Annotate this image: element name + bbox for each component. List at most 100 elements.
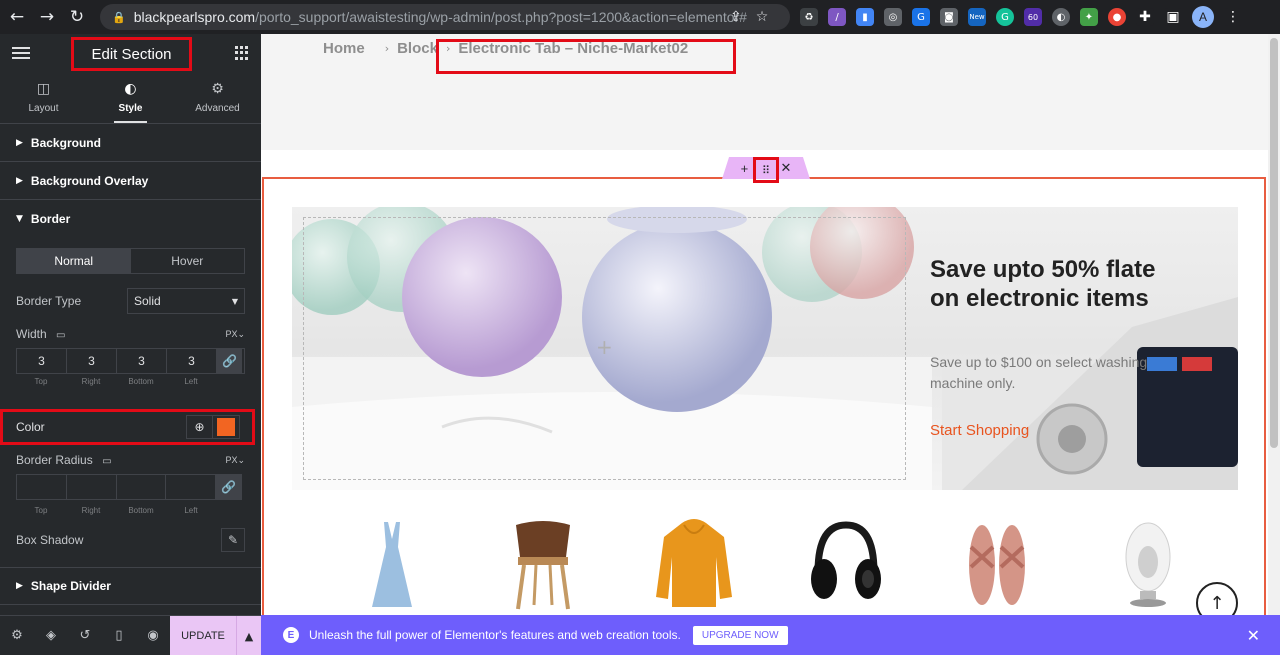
dim-label: Left: [184, 506, 198, 515]
caret-right-icon: ▶: [16, 137, 23, 148]
forward-icon[interactable]: →: [34, 4, 60, 30]
tab-style[interactable]: ◐ Style: [87, 72, 174, 123]
recycle-ext-icon[interactable]: ♻: [800, 8, 818, 26]
section-shape-divider[interactable]: ▶ Shape Divider: [0, 567, 261, 605]
section-background-overlay[interactable]: ▶ Background Overlay: [0, 162, 261, 200]
close-icon[interactable]: ✕: [1247, 626, 1260, 645]
sidepanel-icon[interactable]: ▣: [1164, 8, 1182, 26]
width-right-input[interactable]: 3: [67, 349, 117, 373]
drag-handle-icon[interactable]: ⠿: [753, 157, 779, 183]
banner-subtext: Save up to $100 on select washing machin…: [930, 354, 1148, 391]
link-values-icon[interactable]: 🔗: [216, 475, 242, 499]
product-sandals[interactable]: [947, 514, 1047, 615]
widgets-grid-icon[interactable]: [235, 46, 249, 60]
breadcrumb-highlight: [436, 39, 736, 74]
product-dress[interactable]: [342, 514, 442, 615]
section-background[interactable]: ▶ Background: [0, 124, 261, 162]
section-label: Shape Divider: [30, 579, 111, 593]
sandals-image: [968, 525, 1025, 605]
dim-label: Right: [81, 506, 101, 515]
border-type-label: Border Type: [16, 294, 82, 308]
tab-label: Style: [118, 103, 143, 114]
gear-icon: ⚙: [211, 81, 224, 97]
dim-label: Bottom: [128, 377, 154, 386]
border-radius-label: Border Radius ▭: [16, 453, 112, 467]
globe-ext-icon[interactable]: ◎: [884, 8, 902, 26]
reload-icon[interactable]: ↻: [64, 4, 90, 30]
responsive-icon[interactable]: ▯: [102, 628, 136, 643]
pencil-icon[interactable]: ✎: [221, 528, 245, 552]
history-icon[interactable]: ↺: [68, 628, 102, 643]
add-section-icon[interactable]: +: [741, 161, 749, 176]
update-button[interactable]: UPDATE: [170, 616, 236, 655]
box-shadow-label: Box Shadow: [16, 533, 84, 547]
chevron-down-icon: ▼: [231, 296, 238, 306]
add-element-icon[interactable]: +: [596, 335, 613, 359]
bookmark-star-icon[interactable]: ☆: [756, 9, 769, 25]
grammarly-ext-icon[interactable]: G: [996, 8, 1014, 26]
page-scrollbar[interactable]: [1268, 34, 1280, 615]
camera-ext-icon[interactable]: ◙: [940, 8, 958, 26]
width-bottom-input[interactable]: 3: [117, 349, 167, 373]
tab-layout[interactable]: ◫ Layout: [0, 72, 87, 123]
radius-bottom-input[interactable]: [117, 475, 167, 499]
radius-left-input[interactable]: [166, 475, 217, 499]
feather-ext-icon[interactable]: /: [828, 8, 846, 26]
delete-section-icon[interactable]: ✕: [780, 160, 791, 176]
chrome-ext-icon[interactable]: ●: [1108, 8, 1126, 26]
product-chair[interactable]: [493, 514, 593, 615]
start-shopping-link[interactable]: Start Shopping: [930, 422, 1029, 439]
chair-image: [516, 521, 571, 610]
preview-eye-icon[interactable]: ◉: [136, 628, 170, 643]
border-type-select[interactable]: Solid ▼: [127, 288, 245, 314]
global-colors-icon[interactable]: ⊕: [187, 416, 213, 438]
promo-banner: + Save upto 50% flate on electronic item…: [292, 207, 1238, 490]
profile-avatar[interactable]: A: [1192, 6, 1214, 28]
breadcrumb-block[interactable]: Block: [397, 40, 438, 57]
elementor-info-icon: E: [283, 627, 299, 643]
docs-ext-icon[interactable]: ▮: [856, 8, 874, 26]
radius-dimensions: 🔗: [16, 474, 242, 500]
layers-icon[interactable]: ◈: [34, 628, 68, 643]
product-hoodie[interactable]: [644, 514, 744, 615]
hamburger-menu-icon[interactable]: [12, 47, 30, 59]
width-left-input[interactable]: 3: [167, 349, 217, 373]
border-radius-label-text: Border Radius: [16, 453, 93, 467]
width-unit-select[interactable]: PX⌄: [225, 329, 245, 340]
puzzle-icon[interactable]: ✚: [1136, 8, 1154, 26]
new-badge-ext-icon[interactable]: New: [968, 8, 986, 26]
product-speaker[interactable]: [1098, 514, 1198, 615]
address-bar[interactable]: 🔒 blackpearlspro.com /porto_support/awai…: [100, 4, 790, 30]
color-swatch[interactable]: [213, 416, 239, 438]
upgrade-now-button[interactable]: UPGRADE NOW: [692, 625, 788, 645]
layout-icon: ◫: [36, 81, 51, 97]
radius-unit-select[interactable]: PX⌄: [225, 455, 245, 466]
upgrade-promo-bar: E Unleash the full power of Elementor's …: [261, 615, 1280, 655]
tab-normal[interactable]: Normal: [17, 249, 131, 273]
chevron-up-icon[interactable]: ▲: [236, 616, 261, 655]
color-label: Color: [16, 420, 45, 434]
product-headphones[interactable]: [796, 514, 896, 615]
dim-label: Top: [34, 506, 48, 515]
share-icon[interactable]: ⇪: [730, 9, 742, 25]
counter-ext-icon[interactable]: 60: [1024, 8, 1042, 26]
translate-ext-icon[interactable]: G: [912, 8, 930, 26]
tab-hover[interactable]: Hover: [131, 249, 245, 273]
link-values-icon[interactable]: 🔗: [217, 349, 242, 373]
settings-icon[interactable]: ⚙: [0, 628, 34, 643]
more-menu-icon[interactable]: ⋮: [1224, 8, 1242, 26]
section-label: Background Overlay: [30, 173, 149, 188]
back-icon[interactable]: ←: [4, 4, 30, 30]
color-controls: ⊕: [186, 415, 240, 439]
radius-right-input[interactable]: [67, 475, 117, 499]
tab-advanced[interactable]: ⚙ Advanced: [174, 72, 261, 123]
radius-top-input[interactable]: [17, 475, 67, 499]
desktop-icon[interactable]: ▭: [102, 456, 111, 467]
section-border[interactable]: ▼ Border: [0, 200, 261, 238]
width-top-input[interactable]: 3: [17, 349, 67, 373]
color-ext-icon[interactable]: ✦: [1080, 8, 1098, 26]
desktop-icon[interactable]: ▭: [56, 330, 65, 341]
breadcrumb-home[interactable]: Home: [323, 40, 365, 57]
width-row: Width ▭ PX⌄: [0, 324, 261, 344]
spiral-ext-icon[interactable]: ◐: [1052, 8, 1070, 26]
